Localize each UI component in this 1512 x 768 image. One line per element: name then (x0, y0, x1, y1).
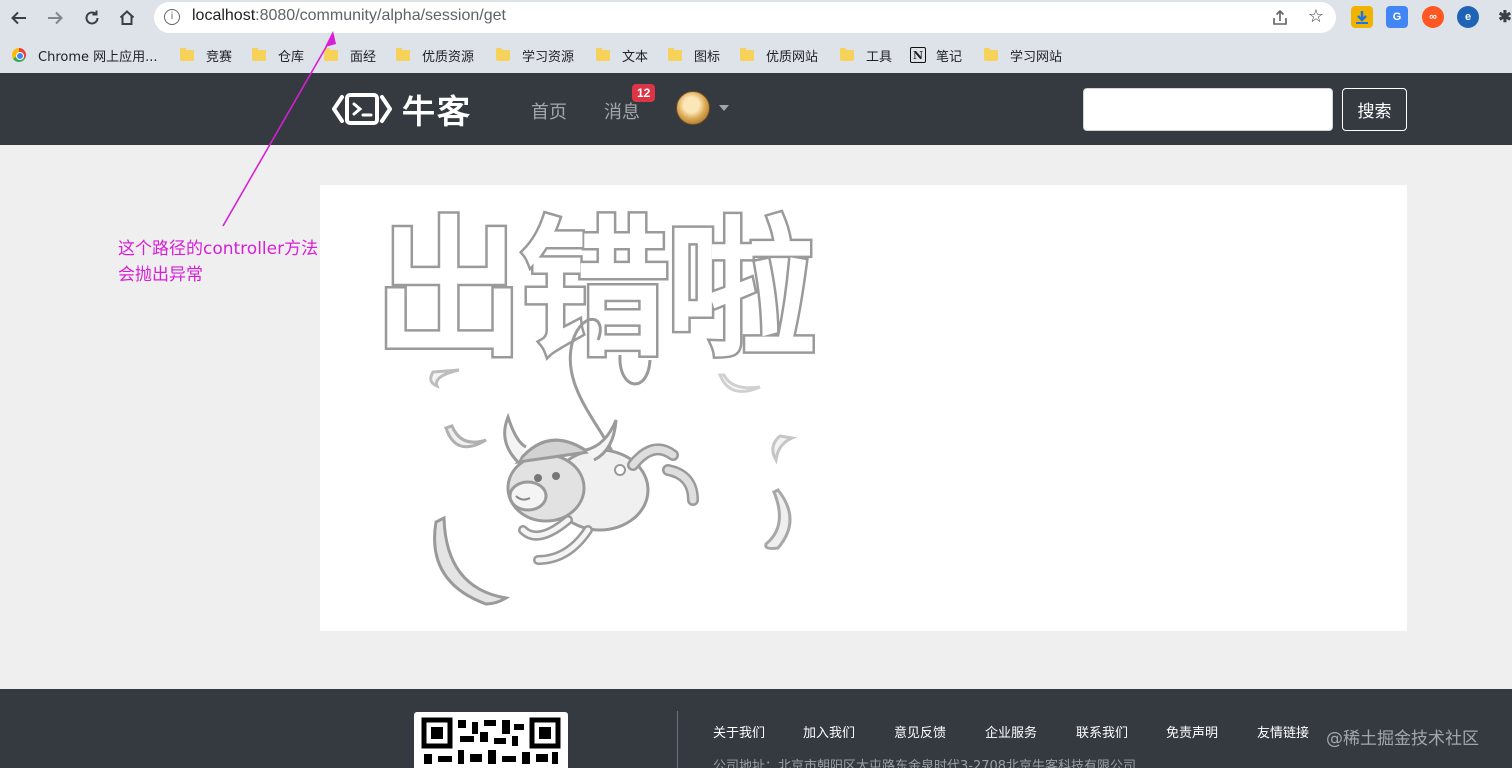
error-title: 出错啦 (374, 204, 813, 378)
url-path: :8080/community/alpha/session/get (255, 7, 506, 24)
folder-icon (740, 47, 754, 61)
logo-mark-icon (332, 93, 392, 125)
bookmark-folder[interactable]: 文本 (596, 46, 648, 65)
info-icon[interactable]: i (164, 9, 180, 25)
bookmark-folder[interactable]: 面经 (324, 46, 376, 65)
footer-divider (677, 711, 678, 768)
site-footer: 关于我们 加入我们 意见反馈 企业服务 联系我们 免责声明 友情链接 公司地址：… (0, 689, 1512, 768)
bookmark-folder[interactable]: 优质资源 (396, 46, 474, 65)
translate-extension-icon[interactable]: G (1386, 6, 1408, 28)
search-input[interactable] (1083, 88, 1333, 131)
proxy-extension-icon[interactable]: e (1457, 6, 1479, 28)
folder-icon (396, 47, 410, 61)
footer-link-contact[interactable]: 联系我们 (1076, 722, 1128, 741)
reload-icon[interactable] (78, 4, 106, 32)
bookmark-folder[interactable]: 工具 (840, 46, 892, 65)
share-icon[interactable] (1270, 8, 1290, 28)
footer-link-about[interactable]: 关于我们 (713, 722, 765, 741)
folder-icon (840, 47, 854, 61)
bookmark-folder[interactable]: 图标 (668, 46, 720, 65)
footer-link-feedback[interactable]: 意见反馈 (894, 722, 946, 741)
bookmarks-bar: Chrome 网上应用... 竞赛 仓库 面经 优质资源 学习资源 文本 图标 … (0, 36, 1512, 73)
back-icon[interactable] (5, 4, 33, 32)
footer-link-disclaimer[interactable]: 免责声明 (1166, 722, 1218, 741)
download-extension-icon[interactable] (1351, 6, 1373, 28)
footer-link-join[interactable]: 加入我们 (803, 722, 855, 741)
folder-icon (596, 47, 610, 61)
footer-link-enterprise[interactable]: 企业服务 (985, 722, 1037, 741)
annotation-note: 这个路径的controller方法 会抛出异常 (118, 236, 318, 288)
forward-icon[interactable] (41, 4, 69, 32)
annotation-line-1: 这个路径的controller方法 (118, 239, 319, 259)
message-count-badge: 12 (632, 84, 656, 102)
folder-icon (668, 47, 682, 61)
site-header: 牛客 首页 消息 12 搜索 (0, 73, 1512, 145)
footer-address: 公司地址：北京市朝阳区大屯路东金泉时代3-2708北京牛客科技有限公司 (713, 759, 1137, 768)
site-logo[interactable]: 牛客 (332, 89, 472, 131)
home-icon[interactable] (113, 4, 141, 32)
bookmark-folder[interactable]: 优质网站 (740, 46, 818, 65)
star-icon[interactable]: ☆ (1308, 6, 1324, 27)
folder-icon (984, 47, 998, 61)
browser-toolbar: i localhost:8080/community/alpha/session… (0, 0, 1512, 36)
notion-icon: N (910, 47, 926, 63)
nav-home-link[interactable]: 首页 (531, 98, 567, 124)
qr-code (414, 712, 568, 768)
folder-icon (324, 47, 338, 61)
infinity-extension-icon[interactable]: ∞ (1422, 6, 1444, 28)
chrome-apps-icon (12, 48, 26, 62)
bookmark-folder[interactable]: 仓库 (252, 46, 304, 65)
folder-icon (180, 47, 194, 61)
bookmark-notion[interactable]: N 笔记 (910, 46, 962, 65)
bookmark-folder[interactable]: 学习网站 (984, 46, 1062, 65)
folder-icon (496, 47, 510, 61)
chevron-down-icon[interactable] (719, 105, 729, 111)
logo-text: 牛客 (402, 92, 472, 131)
watermark: @稀土掘金技术社区 (1326, 729, 1479, 749)
avatar[interactable] (676, 91, 710, 125)
address-bar[interactable]: i localhost:8080/community/alpha/session… (154, 2, 1336, 33)
error-monkey-illustration: 出错啦 (372, 202, 820, 606)
folder-icon (252, 47, 266, 61)
footer-link-friends[interactable]: 友情链接 (1257, 722, 1309, 741)
extensions-icon[interactable]: ✱ (1494, 6, 1512, 28)
search-button[interactable]: 搜索 (1342, 88, 1407, 131)
bookmark-chrome-apps[interactable]: Chrome 网上应用... (12, 46, 158, 65)
url-text[interactable]: localhost:8080/community/alpha/session/g… (192, 7, 506, 25)
bookmark-folder[interactable]: 竞赛 (180, 46, 232, 65)
annotation-line-2: 会抛出异常 (118, 265, 203, 285)
bookmark-folder[interactable]: 学习资源 (496, 46, 574, 65)
